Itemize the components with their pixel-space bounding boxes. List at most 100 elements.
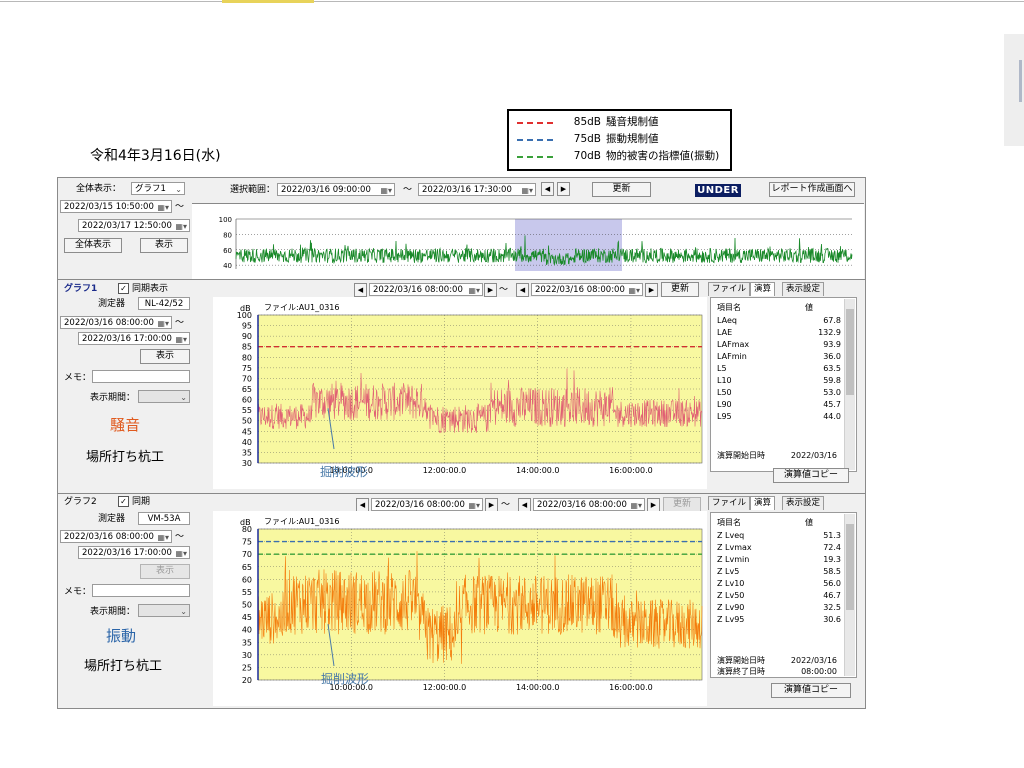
row-value: 46.7 (823, 591, 841, 600)
table-row[interactable]: Z Lvmax 72.4 (717, 542, 841, 554)
tilde-label: ～ (175, 532, 185, 542)
prev-arrow-icon[interactable]: ◀ (516, 283, 529, 297)
to-datetime-field[interactable]: 2022/03/17 12:50:00 ▦▾ (78, 219, 190, 232)
next-arrow-icon[interactable]: ▶ (645, 283, 658, 297)
graph2-toolbar-start[interactable]: 2022/03/16 08:00:00 ▦▾ (371, 498, 483, 511)
graph1-update-button[interactable]: 更新 (661, 282, 699, 297)
show-button[interactable]: 表示 (140, 238, 188, 253)
graph1-table-scrollbar[interactable] (844, 299, 855, 470)
graph2-copy-button[interactable]: 演算値コピー (771, 683, 851, 698)
calc-start-label: 演算開始日時 (717, 451, 765, 460)
range-end-field[interactable]: 2022/03/16 17:30:00 ▦▾ (418, 183, 536, 196)
overview-chart[interactable]: 100 80 60 40 (192, 203, 864, 279)
show-all-button[interactable]: 全体表示 (64, 238, 122, 253)
noise-chart[interactable]: dB ファイル:AU1_03161009590858075706560555045… (213, 297, 707, 489)
scroll-thumb[interactable] (846, 524, 854, 610)
graph1-toolbar-end[interactable]: 2022/03/16 08:00:00 ▦▾ (531, 283, 643, 296)
from-datetime-value: 2022/03/15 10:50:00 (64, 202, 154, 212)
graph2-show-button[interactable]: 表示 (140, 564, 190, 579)
y-tick-label: 35 (242, 448, 252, 457)
graph1-start-field[interactable]: 2022/03/16 08:00:00 ▦▾ (60, 316, 172, 329)
y-tick-label: 60 (242, 396, 252, 405)
calendar-icon: ▦▾ (175, 222, 187, 231)
display-select[interactable]: グラフ1 ⌄ (131, 182, 185, 195)
graph2-table-scrollbar[interactable] (844, 514, 855, 676)
legend-label: 振動規制値 (606, 133, 659, 145)
report-button[interactable]: レポート作成画面へ (769, 182, 855, 197)
row-value: 93.9 (823, 340, 841, 349)
graph1-device-field: NL-42/52 (138, 297, 190, 310)
table-row[interactable]: Z Lv95 30.6 (717, 614, 841, 626)
to-datetime-value: 2022/03/17 12:50:00 (82, 221, 172, 231)
table-row[interactable]: L90 45.7 (717, 399, 841, 411)
prev-arrow-icon[interactable]: ◀ (541, 182, 554, 196)
graph1-toolbar-sep: ～ (499, 285, 509, 295)
row-value: 45.7 (823, 400, 841, 409)
mini-y-tick: 100 (219, 216, 232, 224)
graph2-memo-field[interactable] (92, 584, 190, 597)
tab-calc[interactable]: 演算 (750, 496, 776, 510)
graph2-update-button[interactable]: 更新 (663, 497, 701, 512)
table-row[interactable]: Z Lv90 32.5 (717, 602, 841, 614)
x-tick-label: 12:00:00.0 (423, 683, 467, 692)
calendar-icon: ▦▾ (468, 501, 480, 510)
scroll-thumb[interactable] (846, 309, 854, 395)
prev-arrow-icon[interactable]: ◀ (354, 283, 367, 297)
range-update-button[interactable]: 更新 (592, 182, 651, 197)
row-name: Z Lv5 (717, 567, 740, 576)
prev-arrow-icon[interactable]: ◀ (356, 498, 369, 512)
next-arrow-icon[interactable]: ▶ (484, 283, 497, 297)
x-tick-label: 16:00:00.0 (609, 683, 653, 692)
graph2-annotation: 掘削波形 (321, 672, 370, 686)
vibration-chart[interactable]: dB ファイル:AU1_03168075706560555045403530252… (213, 511, 707, 706)
y-tick-label: 95 (242, 322, 252, 331)
table-row[interactable]: LAFmax 93.9 (717, 339, 841, 351)
table-row[interactable]: L5 63.5 (717, 363, 841, 375)
graph2-end-value: 2022/03/16 17:00:00 (82, 548, 172, 558)
graph2-device-field: VM-53A (138, 512, 190, 525)
graph1-period-select[interactable]: ⌄ (138, 390, 190, 403)
from-datetime-field[interactable]: 2022/03/15 10:50:00 ▦▾ (60, 200, 172, 213)
table-row[interactable]: L10 59.8 (717, 375, 841, 387)
table-row[interactable]: Z Lv50 46.7 (717, 590, 841, 602)
table-row[interactable]: LAFmin 36.0 (717, 351, 841, 363)
table-row[interactable]: Z Lvmin 19.3 (717, 554, 841, 566)
chevron-down-icon: ⌄ (180, 607, 187, 616)
legend-line-damage (517, 156, 553, 158)
range-start-field[interactable]: 2022/03/16 09:00:00 ▦▾ (277, 183, 395, 196)
graph1-device-label: 測定器 (98, 299, 126, 309)
graph2-toolbar-end[interactable]: 2022/03/16 08:00:00 ▦▾ (533, 498, 645, 511)
table-row[interactable]: L95 44.0 (717, 411, 841, 423)
chevron-down-icon: ⌄ (175, 185, 182, 194)
graph2-toolbar-sep: ～ (501, 500, 511, 510)
graph1-copy-button[interactable]: 演算値コピー (773, 468, 849, 483)
table-row[interactable]: LAeq 67.8 (717, 315, 841, 327)
graph1-end-field[interactable]: 2022/03/16 17:00:00 ▦▾ (78, 332, 190, 345)
graph1-show-button[interactable]: 表示 (140, 349, 190, 364)
y-tick-label: 90 (242, 332, 252, 341)
tab-calc[interactable]: 演算 (750, 282, 776, 296)
graph1-sync-checkbox[interactable]: ✓ 同期表示 (118, 282, 168, 296)
table-row[interactable]: L50 53.0 (717, 387, 841, 399)
tab-file[interactable]: ファイル (708, 282, 751, 296)
graph1-memo-field[interactable] (92, 370, 190, 383)
graph1-toolbar-start[interactable]: 2022/03/16 08:00:00 ▦▾ (369, 283, 483, 296)
next-arrow-icon[interactable]: ▶ (485, 498, 498, 512)
table-row[interactable]: Z Lveq 51.3 (717, 530, 841, 542)
table-row[interactable]: LAE 132.9 (717, 327, 841, 339)
prev-arrow-icon[interactable]: ◀ (518, 498, 531, 512)
tab-file[interactable]: ファイル (708, 496, 751, 510)
next-arrow-icon[interactable]: ▶ (647, 498, 660, 512)
row-name: L5 (717, 364, 727, 373)
next-arrow-icon[interactable]: ▶ (557, 182, 570, 196)
graph2-start-field[interactable]: 2022/03/16 08:00:00 ▦▾ (60, 530, 172, 543)
graph2-period-select[interactable]: ⌄ (138, 604, 190, 617)
legend-line-noise (517, 122, 553, 124)
row-value: 36.0 (823, 352, 841, 361)
tab-display-settings[interactable]: 表示設定 (782, 282, 825, 296)
table-row[interactable]: Z Lv10 56.0 (717, 578, 841, 590)
graph2-sync-checkbox[interactable]: ✓ 同期 (118, 495, 150, 509)
tab-display-settings[interactable]: 表示設定 (782, 496, 825, 510)
table-row[interactable]: Z Lv5 58.5 (717, 566, 841, 578)
graph2-end-field[interactable]: 2022/03/16 17:00:00 ▦▾ (78, 546, 190, 559)
